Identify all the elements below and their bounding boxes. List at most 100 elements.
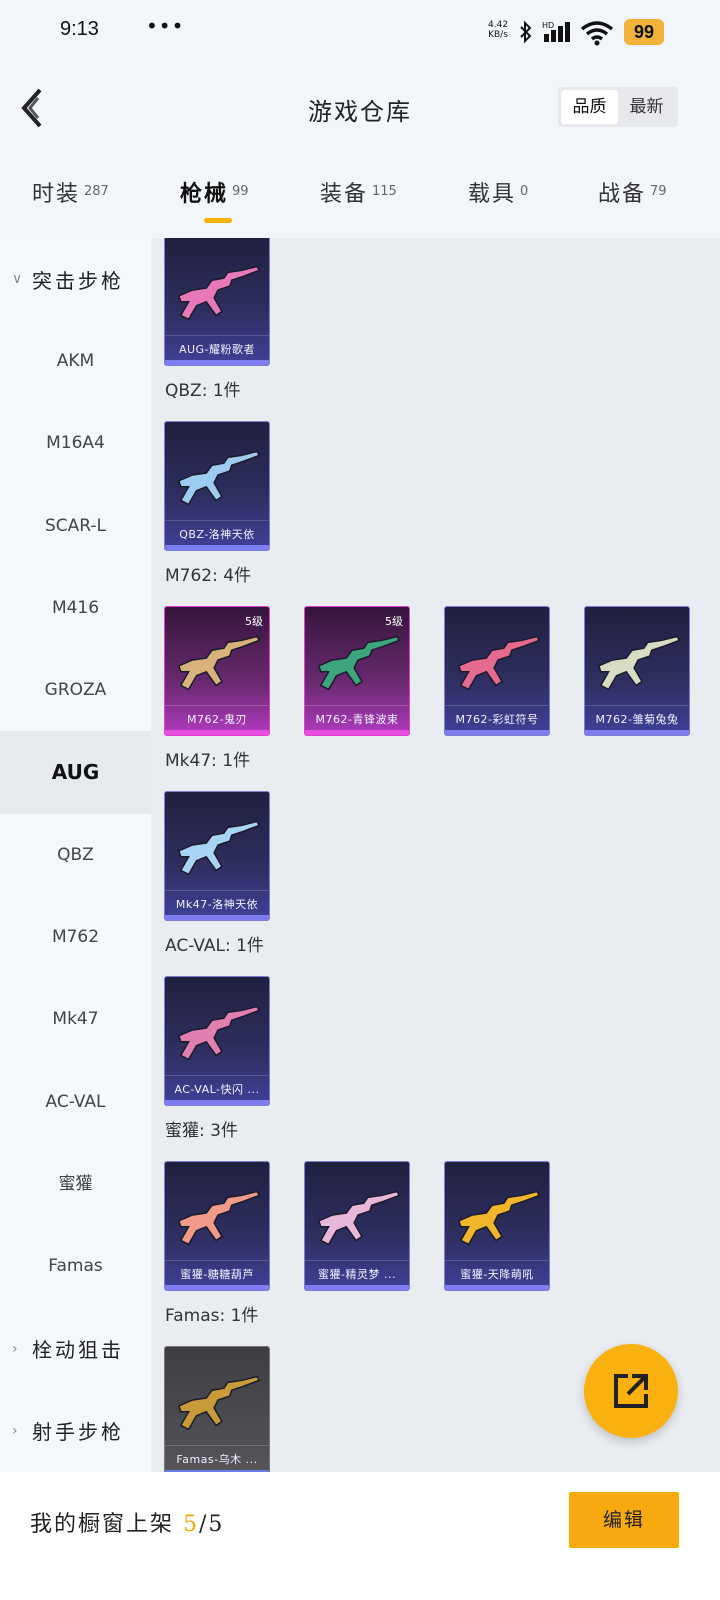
status-more-icon: •••	[146, 14, 185, 38]
rarity-bar	[305, 730, 409, 735]
sidebar-item-groza[interactable]: GROZA	[0, 649, 151, 731]
tab-guns[interactable]: 枪械 99	[180, 176, 249, 226]
sidebar-item-m762[interactable]: M762	[0, 896, 151, 978]
skin-card[interactable]: M762-雏菊兔兔	[584, 606, 690, 736]
section-title: M762: 4件	[165, 566, 252, 586]
weapon-skin-icon	[177, 450, 261, 506]
section-title: 蜜獾: 3件	[165, 1121, 238, 1141]
skin-card[interactable]: M762-彩虹符号	[444, 606, 550, 736]
tab-label: 装备	[320, 182, 369, 207]
skin-name: M762-鬼刃	[165, 705, 269, 727]
tab-label: 载具	[468, 182, 517, 207]
rarity-bar	[305, 1285, 409, 1290]
tab-label: 战备	[598, 182, 647, 207]
tab-label: 枪械	[180, 181, 229, 207]
net-speed-value: 4.42	[488, 20, 509, 30]
weapon-skin-icon	[177, 1190, 261, 1246]
sidebar-item-scar-l[interactable]: SCAR-L	[0, 485, 151, 567]
shelf-current: 5	[183, 1512, 200, 1537]
svg-text:HD: HD	[542, 21, 554, 30]
skin-name: 蜜獾-天降萌吼	[445, 1260, 549, 1282]
shelf-status: 我的橱窗上架 5/5	[30, 1506, 224, 1538]
sidebar-group-bolt-action[interactable]: › 栓动狙击	[0, 1308, 151, 1390]
sidebar-item-aug[interactable]: AUG	[0, 731, 151, 814]
sidebar-group-assault-rifle[interactable]: ∨ 突击步枪	[0, 238, 151, 320]
tab-count: 79	[650, 184, 667, 199]
skin-card[interactable]: 蜜獾-精灵梦 ...	[304, 1161, 410, 1291]
sidebar-group-label: 突击步枪	[32, 268, 124, 293]
skin-card[interactable]: AUG-耀粉歌者	[164, 238, 270, 366]
share-button[interactable]	[584, 1344, 678, 1438]
net-speed: 4.42 KB/s	[488, 20, 508, 40]
skin-level-badge: 5级	[245, 615, 263, 628]
skin-card[interactable]: 5级 M762-鬼刃	[164, 606, 270, 736]
battery-icon: 99	[624, 19, 664, 45]
rarity-bar	[165, 1285, 269, 1290]
weapon-skin-icon	[177, 1005, 261, 1061]
sort-quality[interactable]: 品质	[561, 90, 618, 124]
section-title: Famas: 1件	[165, 1306, 259, 1326]
tab-supplies[interactable]: 战备 79	[598, 176, 667, 226]
weapon-skin-icon	[597, 635, 681, 691]
rarity-bar	[445, 1285, 549, 1290]
section-title: QBZ: 1件	[165, 381, 241, 401]
sidebar-group-marksman[interactable]: › 射手步枪	[0, 1390, 151, 1472]
tab-label: 时装	[32, 182, 81, 207]
edit-button[interactable]: 编辑	[569, 1492, 679, 1548]
skin-name: M762-雏菊兔兔	[585, 705, 689, 727]
sidebar-item-qbz[interactable]: QBZ	[0, 814, 151, 896]
sidebar-item-mk47[interactable]: Mk47	[0, 978, 151, 1060]
rarity-bar	[165, 1100, 269, 1105]
rarity-bar	[165, 730, 269, 735]
skin-name: M762-彩虹符号	[445, 705, 549, 727]
sidebar-group-label: 射手步枪	[32, 1420, 124, 1445]
rarity-bar	[585, 730, 689, 735]
rarity-bar	[445, 730, 549, 735]
skin-level-badge: 5级	[385, 615, 403, 628]
weapon-skin-icon	[177, 1375, 261, 1431]
sort-newest[interactable]: 最新	[618, 90, 675, 124]
sidebar-item-famas[interactable]: Famas	[0, 1225, 151, 1307]
shelf-total: /5	[199, 1512, 225, 1537]
wifi-icon	[580, 21, 614, 46]
skin-grid: AUG-耀粉歌者 QBZ: 1件 QBZ-洛神天依 M762: 4件 5级 M762-鬼刃…	[151, 238, 720, 1472]
weapon-skin-icon	[177, 265, 261, 321]
sidebar-item-akm[interactable]: AKM	[0, 320, 151, 402]
weapon-sidebar: ∨ 突击步枪 AKM M16A4 SCAR-L M416 GROZA AUG Q…	[0, 238, 151, 1472]
category-tabs: 时装 287 枪械 99 装备 115 载具 0 战备 79	[0, 150, 720, 238]
skin-name: Mk47-洛神天依	[165, 890, 269, 912]
header: 游戏仓库 品质 最新	[0, 64, 720, 150]
tab-count: 115	[372, 184, 397, 199]
sidebar-item-m416[interactable]: M416	[0, 567, 151, 649]
tab-equipment[interactable]: 装备 115	[320, 176, 397, 226]
skin-card[interactable]: 5级 M762-青锋波束	[304, 606, 410, 736]
skin-card[interactable]: QBZ-洛神天依	[164, 421, 270, 551]
weapon-skin-icon	[177, 635, 261, 691]
weapon-skin-icon	[177, 820, 261, 876]
sort-toggle: 品质 最新	[558, 87, 678, 127]
skin-name: QBZ-洛神天依	[165, 520, 269, 542]
skin-card[interactable]: Famas-乌木 ...	[164, 1346, 270, 1472]
sidebar-item-ac-val[interactable]: AC-VAL	[0, 1061, 151, 1143]
skin-card[interactable]: 蜜獾-天降萌吼	[444, 1161, 550, 1291]
sidebar-group-label: 栓动狙击	[32, 1338, 124, 1363]
sidebar-item-m16a4[interactable]: M16A4	[0, 402, 151, 484]
weapon-skin-icon	[457, 635, 541, 691]
weapon-skin-icon	[457, 1190, 541, 1246]
skin-card[interactable]: Mk47-洛神天依	[164, 791, 270, 921]
tab-fashion[interactable]: 时装 287	[32, 176, 109, 226]
net-speed-unit: KB/s	[488, 30, 508, 40]
chevron-down-icon: ∨	[12, 271, 23, 287]
rarity-bar	[165, 915, 269, 920]
tab-count: 287	[84, 184, 109, 199]
rarity-bar	[165, 360, 269, 365]
tab-vehicles[interactable]: 载具 0	[468, 176, 528, 226]
skin-name: M762-青锋波束	[305, 705, 409, 727]
sidebar-item-honey-badger[interactable]: 蜜獾	[0, 1143, 151, 1225]
skin-card[interactable]: 蜜獾-糖糖葫芦	[164, 1161, 270, 1291]
status-bar: 9:13 ••• 4.42 KB/s HD 99	[0, 0, 720, 64]
section-title: Mk47: 1件	[165, 751, 251, 771]
skin-card[interactable]: AC-VAL-快闪 ...	[164, 976, 270, 1106]
chevron-right-icon: ›	[12, 1422, 18, 1439]
skin-name: Famas-乌木 ...	[165, 1445, 269, 1467]
